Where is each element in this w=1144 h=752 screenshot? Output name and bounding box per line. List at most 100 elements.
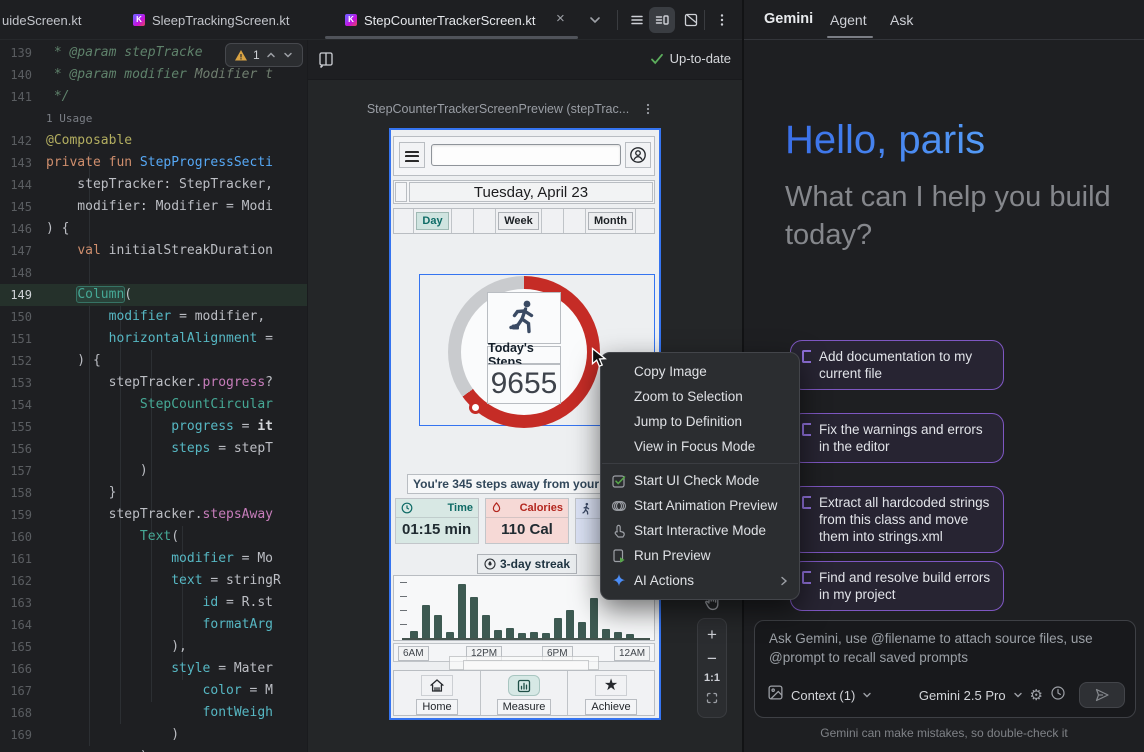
code-line: 165 ), <box>0 636 307 658</box>
mouse-cursor <box>591 347 608 375</box>
preview-title[interactable]: StepCounterTrackerScreenPreview (stepTra… <box>358 102 638 116</box>
kotlin-file-icon: K <box>133 14 145 26</box>
context-menu-item[interactable]: Start Interactive Mode <box>601 518 799 543</box>
suggestion-text: Add documentation to my current file <box>819 348 992 382</box>
inspections-widget[interactable]: 1 <box>225 43 303 67</box>
context-selector[interactable]: Context (1) <box>791 688 855 703</box>
chevron-down-icon[interactable] <box>862 690 872 700</box>
clock-icon <box>401 502 413 514</box>
tab-spacer <box>394 209 414 233</box>
context-menu-item[interactable]: Jump to Definition <box>601 409 799 434</box>
time-value: 01:15 min <box>396 518 478 538</box>
ai-icon <box>611 573 627 589</box>
tab-stepcountertrackerscreen[interactable]: StepCounterTrackerScreen.kt <box>364 12 535 30</box>
walk-icon <box>581 502 592 515</box>
next-warning-icon[interactable] <box>282 49 294 61</box>
code-lines: 139 * @param stepTracke140 * @param modi… <box>0 42 307 752</box>
actual-size-button[interactable]: 1:1 <box>704 673 720 684</box>
tab-strip-scrollbar[interactable] <box>325 36 578 39</box>
context-menu-item[interactable]: Zoom to Selection <box>601 384 799 409</box>
tab-guidescreen[interactable]: uideScreen.kt <box>2 12 82 30</box>
close-tab-icon[interactable]: × <box>556 11 565 26</box>
zoom-in-button[interactable]: + <box>707 626 717 643</box>
run-icon <box>611 548 627 564</box>
zoom-out-button[interactable]: − <box>707 650 717 667</box>
preview-only-layout-icon[interactable] <box>678 7 704 33</box>
interactive-icon <box>611 523 627 539</box>
menu-item-label: Start UI Check Mode <box>634 473 759 488</box>
bottom-navigation: Home Measure ★ Achieve <box>393 670 655 716</box>
context-menu-item[interactable]: Start Animation Preview <box>601 493 799 518</box>
animation-icon <box>611 498 627 514</box>
gemini-subtitle: What can I help you build today? <box>785 178 1125 254</box>
context-menu-item[interactable]: View in Focus Mode <box>601 434 799 459</box>
code-line: 148 <box>0 262 307 284</box>
model-selector[interactable]: Gemini 2.5 Pro <box>919 688 1006 703</box>
submenu-chevron-icon <box>779 575 789 587</box>
code-line: 142@Composable <box>0 130 307 152</box>
period-tabs: Day Week Month <box>393 208 655 234</box>
menu-item-label: Copy Image <box>634 364 707 379</box>
more-options-kebab-icon[interactable] <box>709 7 735 33</box>
ide-window: uideScreen.kt K SleepTrackingScreen.kt K… <box>0 0 1144 752</box>
kotlin-file-icon: K <box>345 14 357 26</box>
gemini-input-controls: Context (1) Gemini 2.5 Pro ⚙ <box>767 681 1125 709</box>
active-tab-underline <box>827 36 873 38</box>
previous-warning-icon[interactable] <box>265 49 277 61</box>
chart-bar <box>578 622 586 639</box>
attach-image-icon[interactable] <box>767 684 784 706</box>
gemini-suggestion-card[interactable]: Find and resolve build errors in my proj… <box>790 561 1004 611</box>
fit-to-screen-icon[interactable] <box>705 691 719 710</box>
code-line: 141 */ <box>0 86 307 108</box>
code-line: 158 } <box>0 482 307 504</box>
menu-separator <box>602 463 798 464</box>
blank-icon <box>611 364 627 380</box>
tab-agent[interactable]: Agent <box>830 12 867 28</box>
code-editor[interactable]: 139 * @param stepTracke140 * @param modi… <box>0 40 307 752</box>
context-menu-item[interactable]: Start UI Check Mode <box>601 468 799 493</box>
tab-sleeptrackingscreen[interactable]: SleepTrackingScreen.kt <box>152 12 290 30</box>
tab-list-chevron-icon[interactable] <box>588 13 602 32</box>
blank-icon <box>611 439 627 455</box>
split-editor-preview-layout-icon[interactable] <box>649 7 675 33</box>
editor-only-layout-icon[interactable] <box>624 7 650 33</box>
chart-bar <box>470 597 478 639</box>
build-status-label: Up-to-date <box>670 51 731 66</box>
context-menu-item[interactable]: Run Preview <box>601 543 799 568</box>
editor-tab-bar: uideScreen.kt K SleepTrackingScreen.kt K… <box>0 0 742 40</box>
gemini-input-box[interactable]: Context (1) Gemini 2.5 Pro ⚙ <box>754 620 1136 718</box>
chart-bar <box>554 618 562 639</box>
code-line: 156 steps = stepT <box>0 438 307 460</box>
nav-achieve: ★ Achieve <box>568 671 654 715</box>
gemini-suggestion-card[interactable]: Extract all hardcoded strings from this … <box>790 486 1004 553</box>
streak-label: 3-day streak <box>500 557 570 571</box>
blank-icon <box>611 414 627 430</box>
prompt-icon <box>802 496 811 509</box>
code-line: 162 text = stringR <box>0 570 307 592</box>
settings-gear-icon[interactable]: ⚙ <box>1030 688 1043 703</box>
gemini-prompt-input[interactable] <box>769 629 1121 677</box>
code-line: 157 ) <box>0 460 307 482</box>
send-button[interactable] <box>1079 682 1125 708</box>
menu-item-label: Run Preview <box>634 548 711 563</box>
tab-spacer <box>474 209 496 233</box>
gemini-suggestion-card[interactable]: Add documentation to my current file <box>790 340 1004 390</box>
context-menu-item[interactable]: Copy Image <box>601 359 799 384</box>
code-line: 151 horizontalAlignment = <box>0 328 307 350</box>
preview-options-kebab-icon[interactable] <box>642 102 654 121</box>
preview-layout-icon[interactable] <box>317 50 335 73</box>
chart-bar <box>566 610 574 639</box>
chevron-down-icon[interactable] <box>1013 690 1023 700</box>
tab-spacer <box>542 209 564 233</box>
context-menu-item[interactable]: AI Actions <box>601 568 799 593</box>
hamburger-menu-icon <box>399 142 425 168</box>
code-line: 168 fontWeigh <box>0 702 307 724</box>
preview-zoom-toolbar: + − 1:1 <box>697 618 727 718</box>
preview-context-menu: Copy Image Zoom to SelectionJump to Defin… <box>600 352 800 600</box>
profile-avatar-icon <box>625 142 651 168</box>
code-line: 144 stepTracker: StepTracker, <box>0 174 307 196</box>
gemini-suggestion-card[interactable]: Fix the warnings and errors in the edito… <box>790 413 1004 463</box>
history-clock-icon[interactable] <box>1050 685 1066 706</box>
code-line: 169 ) <box>0 724 307 746</box>
tab-ask[interactable]: Ask <box>890 12 913 28</box>
